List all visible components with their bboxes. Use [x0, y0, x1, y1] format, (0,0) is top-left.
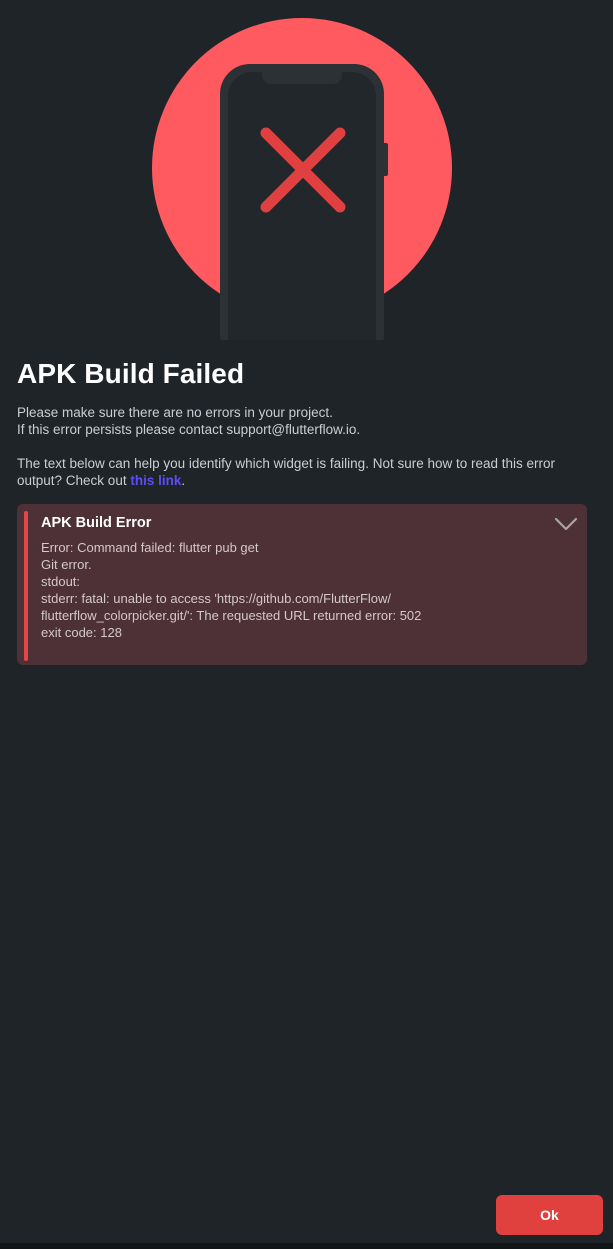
error-output: Error: Command failed: flutter pub get G… [41, 539, 421, 641]
description-line-2: If this error persists please contact su… [17, 422, 361, 437]
description-line-1: Please make sure there are no errors in … [17, 405, 333, 420]
help-text-body: The text below can help you identify whi… [17, 456, 556, 488]
help-link[interactable]: this link [130, 473, 181, 488]
error-panel-title: APK Build Error [41, 515, 152, 531]
help-text: The text below can help you identify whi… [17, 455, 587, 489]
error-panel: APK Build Error Error: Command failed: f… [17, 504, 587, 665]
error-line: exit code: 128 [41, 625, 122, 640]
chevron-down-icon[interactable] [554, 516, 578, 532]
phone-error-illustration [0, 0, 613, 340]
error-line: stderr: fatal: unable to access 'https:/… [41, 591, 392, 606]
error-line: stdout: [41, 574, 81, 589]
ok-button[interactable]: Ok [496, 1195, 603, 1235]
phone-error-icon [152, 18, 452, 340]
dialog-title: APK Build Failed [17, 358, 245, 389]
error-line: Git error. [41, 557, 92, 572]
phone-screen [228, 72, 376, 340]
error-accent-bar [24, 511, 28, 661]
phone-notch [262, 66, 342, 84]
help-text-suffix: . [181, 473, 186, 488]
bottom-edge [0, 1243, 613, 1249]
error-line: Error: Command failed: flutter pub get [41, 540, 259, 555]
error-line: flutterflow_colorpicker.git/': The reque… [41, 608, 422, 623]
phone-side-button [382, 143, 388, 176]
build-failed-dialog: APK Build Failed Please make sure there … [0, 0, 613, 1243]
